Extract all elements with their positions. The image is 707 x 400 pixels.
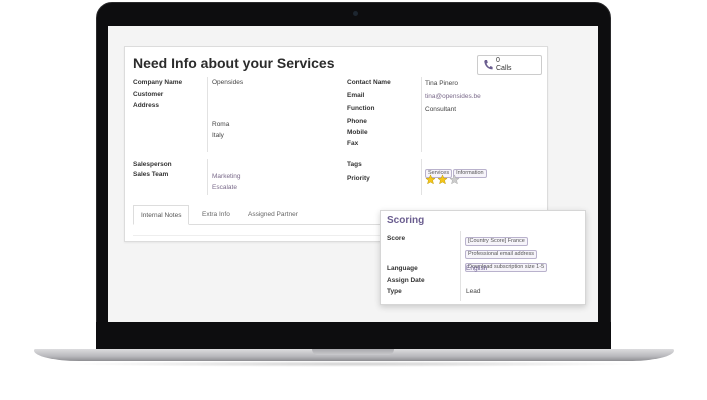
salesperson-label: Salesperson (133, 161, 172, 168)
phone-icon (484, 60, 493, 70)
sales-team-sub[interactable]: Escalate (212, 184, 237, 191)
type-label: Type (387, 288, 402, 295)
calls-label: Calls (496, 65, 512, 72)
priority-label: Priority (347, 175, 370, 182)
divider (421, 77, 422, 152)
assign-date-label: Assign Date (387, 277, 425, 284)
tags-label: Tags (347, 161, 362, 168)
divider (460, 231, 461, 301)
phone-label: Phone (347, 118, 367, 125)
sales-team-value[interactable]: Marketing (212, 173, 241, 180)
divider (421, 159, 422, 195)
calls-button[interactable]: 0 Calls (477, 55, 542, 75)
priority-stars[interactable] (425, 174, 460, 185)
star-icon[interactable] (437, 174, 448, 185)
laptop-notch (312, 349, 394, 355)
address-city[interactable]: Roma (212, 121, 229, 128)
tab-extra-info[interactable]: Extra Info (195, 205, 237, 225)
email-label: Email (347, 92, 365, 99)
contact-name-label: Contact Name (347, 79, 391, 86)
camera-dot (353, 11, 358, 16)
contact-name-value[interactable]: Tina Pinero (425, 80, 458, 87)
score-label: Score (387, 235, 406, 242)
scoring-panel: Scoring Score [Country Score] France Prof… (380, 210, 586, 305)
function-value[interactable]: Consultant (425, 106, 456, 113)
tab-assigned-partner[interactable]: Assigned Partner (241, 205, 305, 225)
scoring-title: Scoring (387, 215, 425, 226)
divider (207, 159, 208, 195)
calls-count: 0 (496, 57, 500, 64)
mobile-label: Mobile (347, 129, 368, 136)
type-value[interactable]: Lead (466, 288, 480, 295)
page-title: Need Info about your Services (133, 55, 335, 71)
language-value[interactable]: English (466, 265, 487, 272)
email-value[interactable]: tina@opensides.be (425, 93, 481, 100)
divider (207, 77, 208, 152)
customer-label: Customer (133, 91, 164, 98)
function-label: Function (347, 105, 375, 112)
star-icon[interactable] (425, 174, 436, 185)
laptop-shadow (60, 361, 650, 367)
company-name-label: Company Name (133, 79, 183, 86)
score-tag[interactable]: Professional email address (465, 250, 538, 259)
score-tag[interactable]: [Country Score] France (465, 237, 528, 246)
address-country[interactable]: Italy (212, 132, 224, 139)
star-icon[interactable] (449, 174, 460, 185)
company-name-value[interactable]: Opensides (212, 79, 243, 86)
notebook-tabs: Internal Notes Extra Info Assigned Partn… (133, 205, 383, 225)
screen: Need Info about your Services 0 Calls Co… (108, 26, 598, 322)
laptop-bezel-bottom (96, 322, 611, 352)
fax-label: Fax (347, 140, 359, 147)
sales-team-label: Sales Team (133, 171, 169, 178)
address-label: Address (133, 102, 160, 109)
language-label: Language (387, 265, 418, 272)
tab-internal-notes[interactable]: Internal Notes (133, 205, 190, 225)
